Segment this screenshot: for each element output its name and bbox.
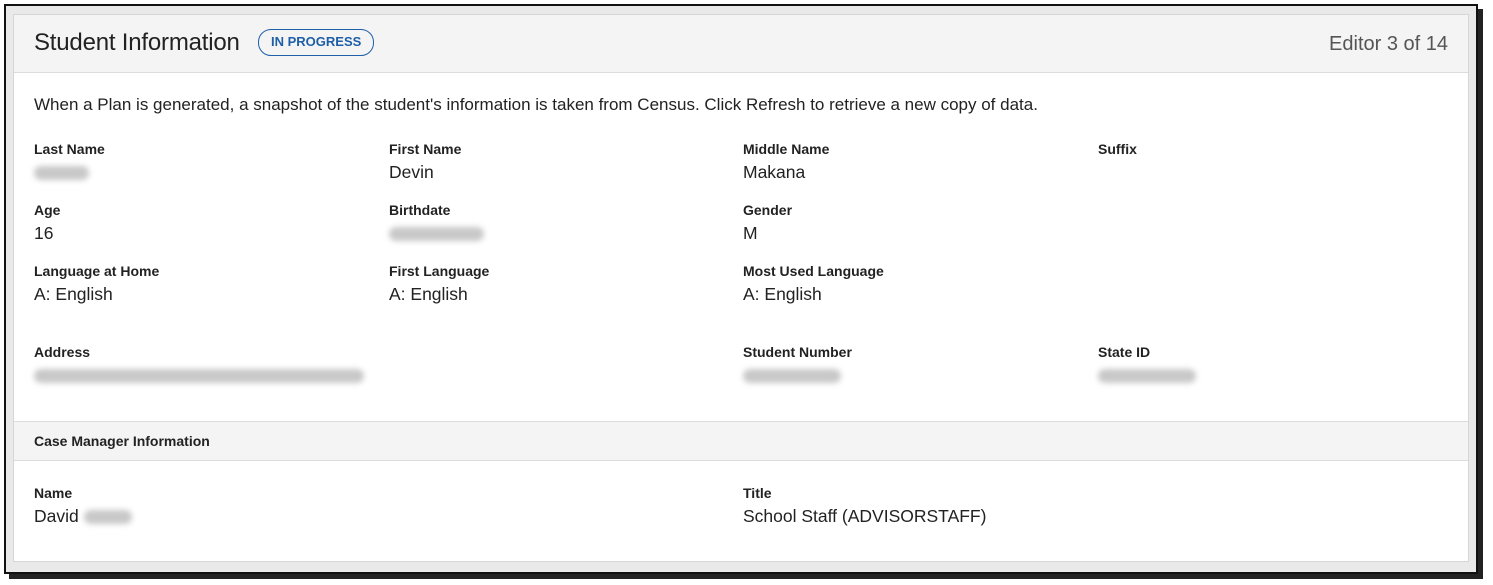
suffix-field: Suffix <box>1098 141 1137 184</box>
birthdate-label: Birthdate <box>389 202 451 218</box>
age-field: Age 16 <box>34 202 60 245</box>
first-language-label: First Language <box>389 263 490 279</box>
case-manager-name-label: Name <box>34 485 73 501</box>
case-manager-first-name: David <box>34 506 79 526</box>
address-value <box>34 365 364 387</box>
first-name-value: Devin <box>389 162 434 182</box>
first-language-value: A: English <box>389 284 468 304</box>
redacted-value <box>83 510 132 525</box>
language-at-home-value: A: English <box>34 284 113 304</box>
first-name-field: First Name Devin <box>389 141 461 184</box>
gender-field: Gender M <box>743 202 792 245</box>
gender-value: M <box>743 223 758 243</box>
card-title: Student Information <box>34 29 240 56</box>
birthdate-value <box>389 223 484 245</box>
last-name-label: Last Name <box>34 141 105 157</box>
first-language-field: First Language A: English <box>389 263 489 306</box>
most-used-language-field: Most Used Language A: English <box>743 263 884 306</box>
case-manager-title-value: School Staff (ADVISORSTAFF) <box>743 506 987 526</box>
middle-name-value: Makana <box>743 162 806 182</box>
middle-name-label: Middle Name <box>743 141 830 157</box>
case-manager-name-value: David <box>34 506 132 528</box>
language-at-home-label: Language at Home <box>34 263 160 279</box>
case-manager-section-title: Case Manager Information <box>34 433 210 449</box>
birthdate-field: Birthdate <box>389 202 484 245</box>
redacted-value <box>34 369 364 384</box>
status-badge: IN PROGRESS <box>258 29 375 56</box>
first-name-label: First Name <box>389 141 462 157</box>
intro-text: When a Plan is generated, a snapshot of … <box>34 95 1038 114</box>
case-manager-section-header: Case Manager Information <box>14 421 1468 461</box>
middle-name-field: Middle Name Makana <box>743 141 829 184</box>
most-used-language-value: A: English <box>743 284 822 304</box>
state-id-field: State ID <box>1098 344 1196 387</box>
age-label: Age <box>34 202 61 218</box>
state-id-label: State ID <box>1098 344 1151 360</box>
address-label: Address <box>34 344 91 360</box>
redacted-value <box>389 227 484 242</box>
gender-label: Gender <box>743 202 793 218</box>
language-at-home-field: Language at Home A: English <box>34 263 159 306</box>
most-used-language-label: Most Used Language <box>743 263 884 279</box>
address-field: Address <box>34 344 364 387</box>
suffix-value <box>1098 162 1137 184</box>
redacted-value <box>34 166 89 181</box>
suffix-label: Suffix <box>1098 141 1137 157</box>
screenshot-frame: Student Information IN PROGRESS Editor 3… <box>4 4 1478 574</box>
last-name-value <box>34 162 105 184</box>
case-manager-title-label: Title <box>743 485 772 501</box>
student-information-card: Student Information IN PROGRESS Editor 3… <box>13 14 1469 562</box>
case-manager-title-field: Title School Staff (ADVISORSTAFF) <box>743 485 986 528</box>
redacted-value <box>743 369 841 384</box>
student-number-label: Student Number <box>743 344 852 360</box>
student-number-field: Student Number <box>743 344 852 387</box>
redacted-value <box>1098 369 1196 384</box>
state-id-value <box>1098 365 1196 387</box>
case-manager-name-field: Name David <box>34 485 132 528</box>
last-name-field: Last Name <box>34 141 105 184</box>
card-header: Student Information IN PROGRESS Editor 3… <box>14 15 1468 73</box>
editor-position: Editor 3 of 14 <box>1329 33 1448 55</box>
age-value: 16 <box>34 223 54 243</box>
student-number-value <box>743 365 852 387</box>
